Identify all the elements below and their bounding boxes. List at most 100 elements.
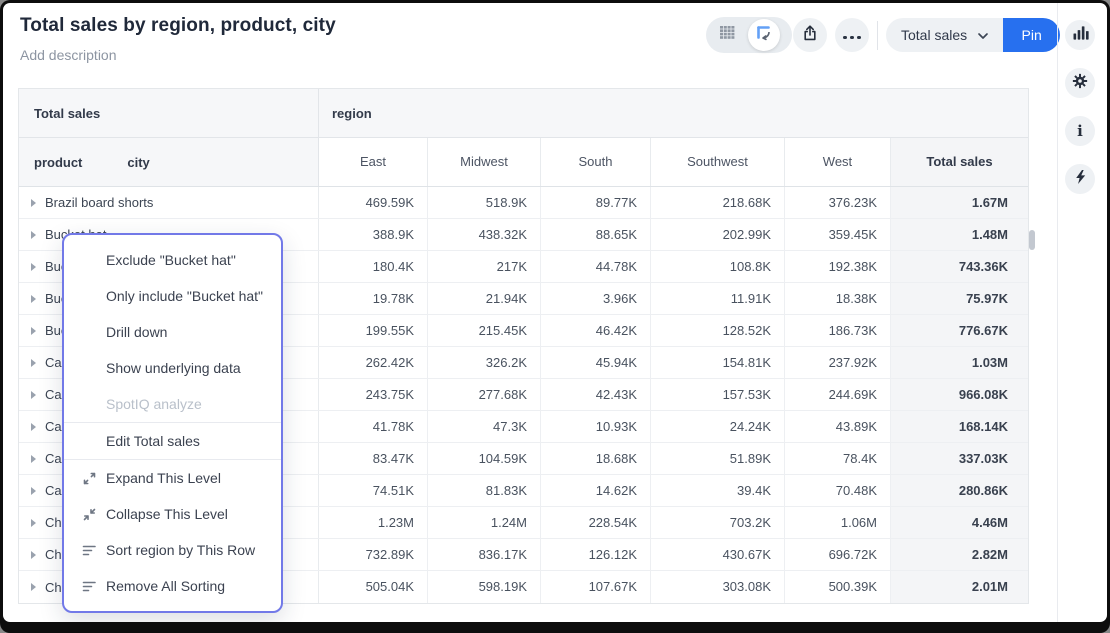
value-cell[interactable]: 1.06M [785,507,891,538]
table-view-button[interactable] [706,17,748,53]
row-expander-icon[interactable] [31,551,36,559]
value-cell[interactable]: 703.2K [651,507,785,538]
row-expander-icon[interactable] [31,327,36,335]
value-cell[interactable]: 108.8K [651,251,785,282]
value-cell[interactable]: 51.89K [651,443,785,474]
pin-button[interactable]: Pin [1003,18,1060,52]
vertical-scrollbar-thumb[interactable] [1029,230,1035,250]
value-cell[interactable]: 154.81K [651,347,785,378]
value-cell[interactable]: 262.42K [319,347,428,378]
row-total-cell[interactable]: 280.86K [891,475,1028,506]
value-cell[interactable]: 157.53K [651,379,785,410]
row-total-cell[interactable]: 1.48M [891,219,1028,250]
value-cell[interactable]: 78.4K [785,443,891,474]
pivot-view-button-selected[interactable] [748,19,780,51]
row-expander-icon[interactable] [31,199,36,207]
menu-item-sort-region-by-this-row[interactable]: Sort region by This Row [64,532,281,568]
configure-button[interactable] [1065,68,1095,98]
value-cell[interactable]: 104.59K [428,443,541,474]
value-cell[interactable]: 388.9K [319,219,428,250]
more-options-button[interactable] [835,18,869,52]
value-cell[interactable]: 500.39K [785,571,891,603]
value-cell[interactable]: 202.99K [651,219,785,250]
value-cell[interactable]: 45.94K [541,347,651,378]
value-cell[interactable]: 83.47K [319,443,428,474]
value-cell[interactable]: 244.69K [785,379,891,410]
value-cell[interactable]: 217K [428,251,541,282]
column-header-southwest[interactable]: Southwest [651,138,785,186]
value-cell[interactable]: 518.9K [428,187,541,218]
page-title[interactable]: Total sales by region, product, city [20,15,336,37]
row-total-cell[interactable]: 2.01M [891,571,1028,603]
row-expander-icon[interactable] [31,231,36,239]
row-expander-icon[interactable] [31,519,36,527]
value-cell[interactable]: 836.17K [428,539,541,570]
row-total-cell[interactable]: 2.82M [891,539,1028,570]
row-dimension-city[interactable]: city [127,155,149,170]
row-expander-icon[interactable] [31,423,36,431]
measure-selector[interactable]: Total sales [886,18,1003,52]
value-cell[interactable]: 1.23M [319,507,428,538]
value-cell[interactable]: 192.38K [785,251,891,282]
value-cell[interactable]: 70.48K [785,475,891,506]
value-cell[interactable]: 24.24K [651,411,785,442]
value-cell[interactable]: 18.68K [541,443,651,474]
row-expander-icon[interactable] [31,455,36,463]
menu-item-remove-all-sorting[interactable]: Remove All Sorting [64,568,281,604]
value-cell[interactable]: 218.68K [651,187,785,218]
change-visualization-button[interactable] [1065,20,1095,50]
value-cell[interactable]: 46.42K [541,315,651,346]
value-cell[interactable]: 243.75K [319,379,428,410]
value-cell[interactable]: 199.55K [319,315,428,346]
menu-item-collapse-this-level[interactable]: Collapse This Level [64,496,281,532]
value-cell[interactable]: 696.72K [785,539,891,570]
value-cell[interactable]: 430.67K [651,539,785,570]
value-cell[interactable]: 128.52K [651,315,785,346]
value-cell[interactable]: 11.91K [651,283,785,314]
row-total-cell[interactable]: 776.67K [891,315,1028,346]
row-expander-icon[interactable] [31,583,36,591]
value-cell[interactable]: 18.38K [785,283,891,314]
menu-item-only-include-bucket-hat[interactable]: Only include "Bucket hat" [64,278,281,314]
row-expander-icon[interactable] [31,487,36,495]
value-cell[interactable]: 303.08K [651,571,785,603]
value-cell[interactable]: 19.78K [319,283,428,314]
value-cell[interactable]: 47.3K [428,411,541,442]
value-cell[interactable]: 14.62K [541,475,651,506]
corner-header-total-sales[interactable]: Total sales [19,89,319,137]
column-header-midwest[interactable]: Midwest [428,138,541,186]
total-column-header[interactable]: Total sales [891,138,1028,186]
value-cell[interactable]: 180.4K [319,251,428,282]
row-dimension-product[interactable]: product [34,155,82,170]
value-cell[interactable]: 10.93K [541,411,651,442]
value-cell[interactable]: 74.51K [319,475,428,506]
value-cell[interactable]: 376.23K [785,187,891,218]
value-cell[interactable]: 598.19K [428,571,541,603]
value-cell[interactable]: 107.67K [541,571,651,603]
row-total-cell[interactable]: 75.97K [891,283,1028,314]
value-cell[interactable]: 89.77K [541,187,651,218]
value-cell[interactable]: 215.45K [428,315,541,346]
value-cell[interactable]: 438.32K [428,219,541,250]
row-expander-icon[interactable] [31,295,36,303]
value-cell[interactable]: 126.12K [541,539,651,570]
value-cell[interactable]: 228.54K [541,507,651,538]
share-button[interactable] [793,18,827,52]
column-header-west[interactable]: West [785,138,891,186]
value-cell[interactable]: 44.78K [541,251,651,282]
value-cell[interactable]: 21.94K [428,283,541,314]
column-header-east[interactable]: East [319,138,428,186]
value-cell[interactable]: 732.89K [319,539,428,570]
row-total-cell[interactable]: 1.03M [891,347,1028,378]
value-cell[interactable]: 39.4K [651,475,785,506]
value-cell[interactable]: 277.68K [428,379,541,410]
value-cell[interactable]: 43.89K [785,411,891,442]
details-button[interactable]: i [1065,116,1095,146]
row-total-cell[interactable]: 743.36K [891,251,1028,282]
row-total-cell[interactable]: 4.46M [891,507,1028,538]
column-header-south[interactable]: South [541,138,651,186]
value-cell[interactable]: 42.43K [541,379,651,410]
product-cell[interactable]: Brazil board shorts [19,187,319,218]
menu-item-exclude-bucket-hat[interactable]: Exclude "Bucket hat" [64,242,281,278]
value-cell[interactable]: 186.73K [785,315,891,346]
